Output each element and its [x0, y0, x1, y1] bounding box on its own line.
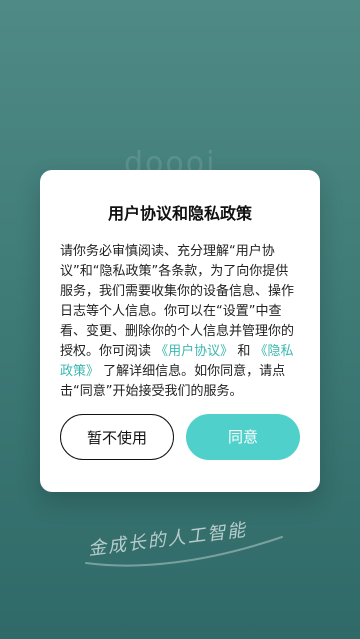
dialog-content: 请你务必审慎阅读、充分理解“用户协议”和“隐私政策”各条款，为了向你提供服务，我…	[60, 242, 300, 402]
dialog-body-and: 和	[237, 344, 251, 359]
privacy-dialog: 用户协议和隐私政策 请你务必审慎阅读、充分理解“用户协议”和“隐私政策”各条款，…	[40, 170, 320, 492]
agree-button[interactable]: 同意	[186, 414, 300, 460]
dialog-title: 用户协议和隐私政策	[107, 204, 252, 223]
dialog-body-part1: 请你务必审慎阅读、充分理解“用户协议”和“隐私政策”各条款，为了向你提供服务，我…	[60, 244, 295, 359]
decline-button[interactable]: 暂不使用	[60, 414, 174, 460]
footer-signature: 金成长的人工智能	[78, 515, 288, 585]
user-agreement-link[interactable]: 《用户协议》	[155, 344, 233, 359]
